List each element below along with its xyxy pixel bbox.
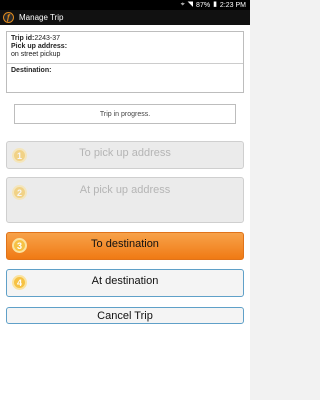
trip-info-panel: Trip id:2243-37 Pick up address: on stre… — [6, 31, 244, 93]
step-label: At pick up address — [79, 184, 171, 196]
cancel-trip-button[interactable]: Cancel Trip — [6, 307, 244, 324]
step-label: To pick up address — [79, 147, 171, 159]
main-content: Trip id:2243-37 Pick up address: on stre… — [0, 25, 250, 400]
trip-id-row: Trip id:2243-37 — [11, 35, 239, 43]
clock: 2:23 PM — [219, 1, 246, 9]
to-destination-button[interactable]: 3 To destination — [6, 232, 244, 260]
step-label: To destination — [91, 238, 159, 250]
to-pickup-button[interactable]: 1 To pick up address — [6, 141, 244, 169]
location-icon: ⌖ — [180, 1, 185, 8]
divider — [7, 63, 243, 64]
step-number-badge: 2 — [12, 185, 27, 200]
step-number-badge: 3 — [12, 238, 27, 253]
battery-percent: 87% — [196, 1, 211, 9]
step-number-badge: 4 — [12, 275, 27, 290]
at-pickup-button[interactable]: 2 At pick up address — [6, 177, 244, 223]
wifi-icon: ◥ — [187, 1, 194, 8]
page-title: Manage Trip — [19, 13, 64, 22]
trip-id-value: 2243-37 — [34, 35, 61, 42]
trip-id-label: Trip id: — [11, 35, 35, 42]
step-number-badge: 1 — [12, 148, 27, 163]
pickup-value: on street pickup — [11, 51, 61, 58]
battery-icon: ▮ — [213, 1, 217, 8]
step-label: At destination — [91, 275, 159, 287]
destination-label: Destination: — [11, 67, 52, 74]
action-bar: ƒ Manage Trip — [0, 10, 250, 25]
pickup-label: Pick up address: — [11, 43, 68, 50]
trip-status: Trip in progress. — [14, 104, 236, 124]
status-bar: ⌖ ◥ 87% ▮ 2:23 PM — [0, 0, 250, 10]
at-destination-button[interactable]: 4 At destination — [6, 269, 244, 297]
app-logo-icon[interactable]: ƒ — [3, 12, 14, 23]
